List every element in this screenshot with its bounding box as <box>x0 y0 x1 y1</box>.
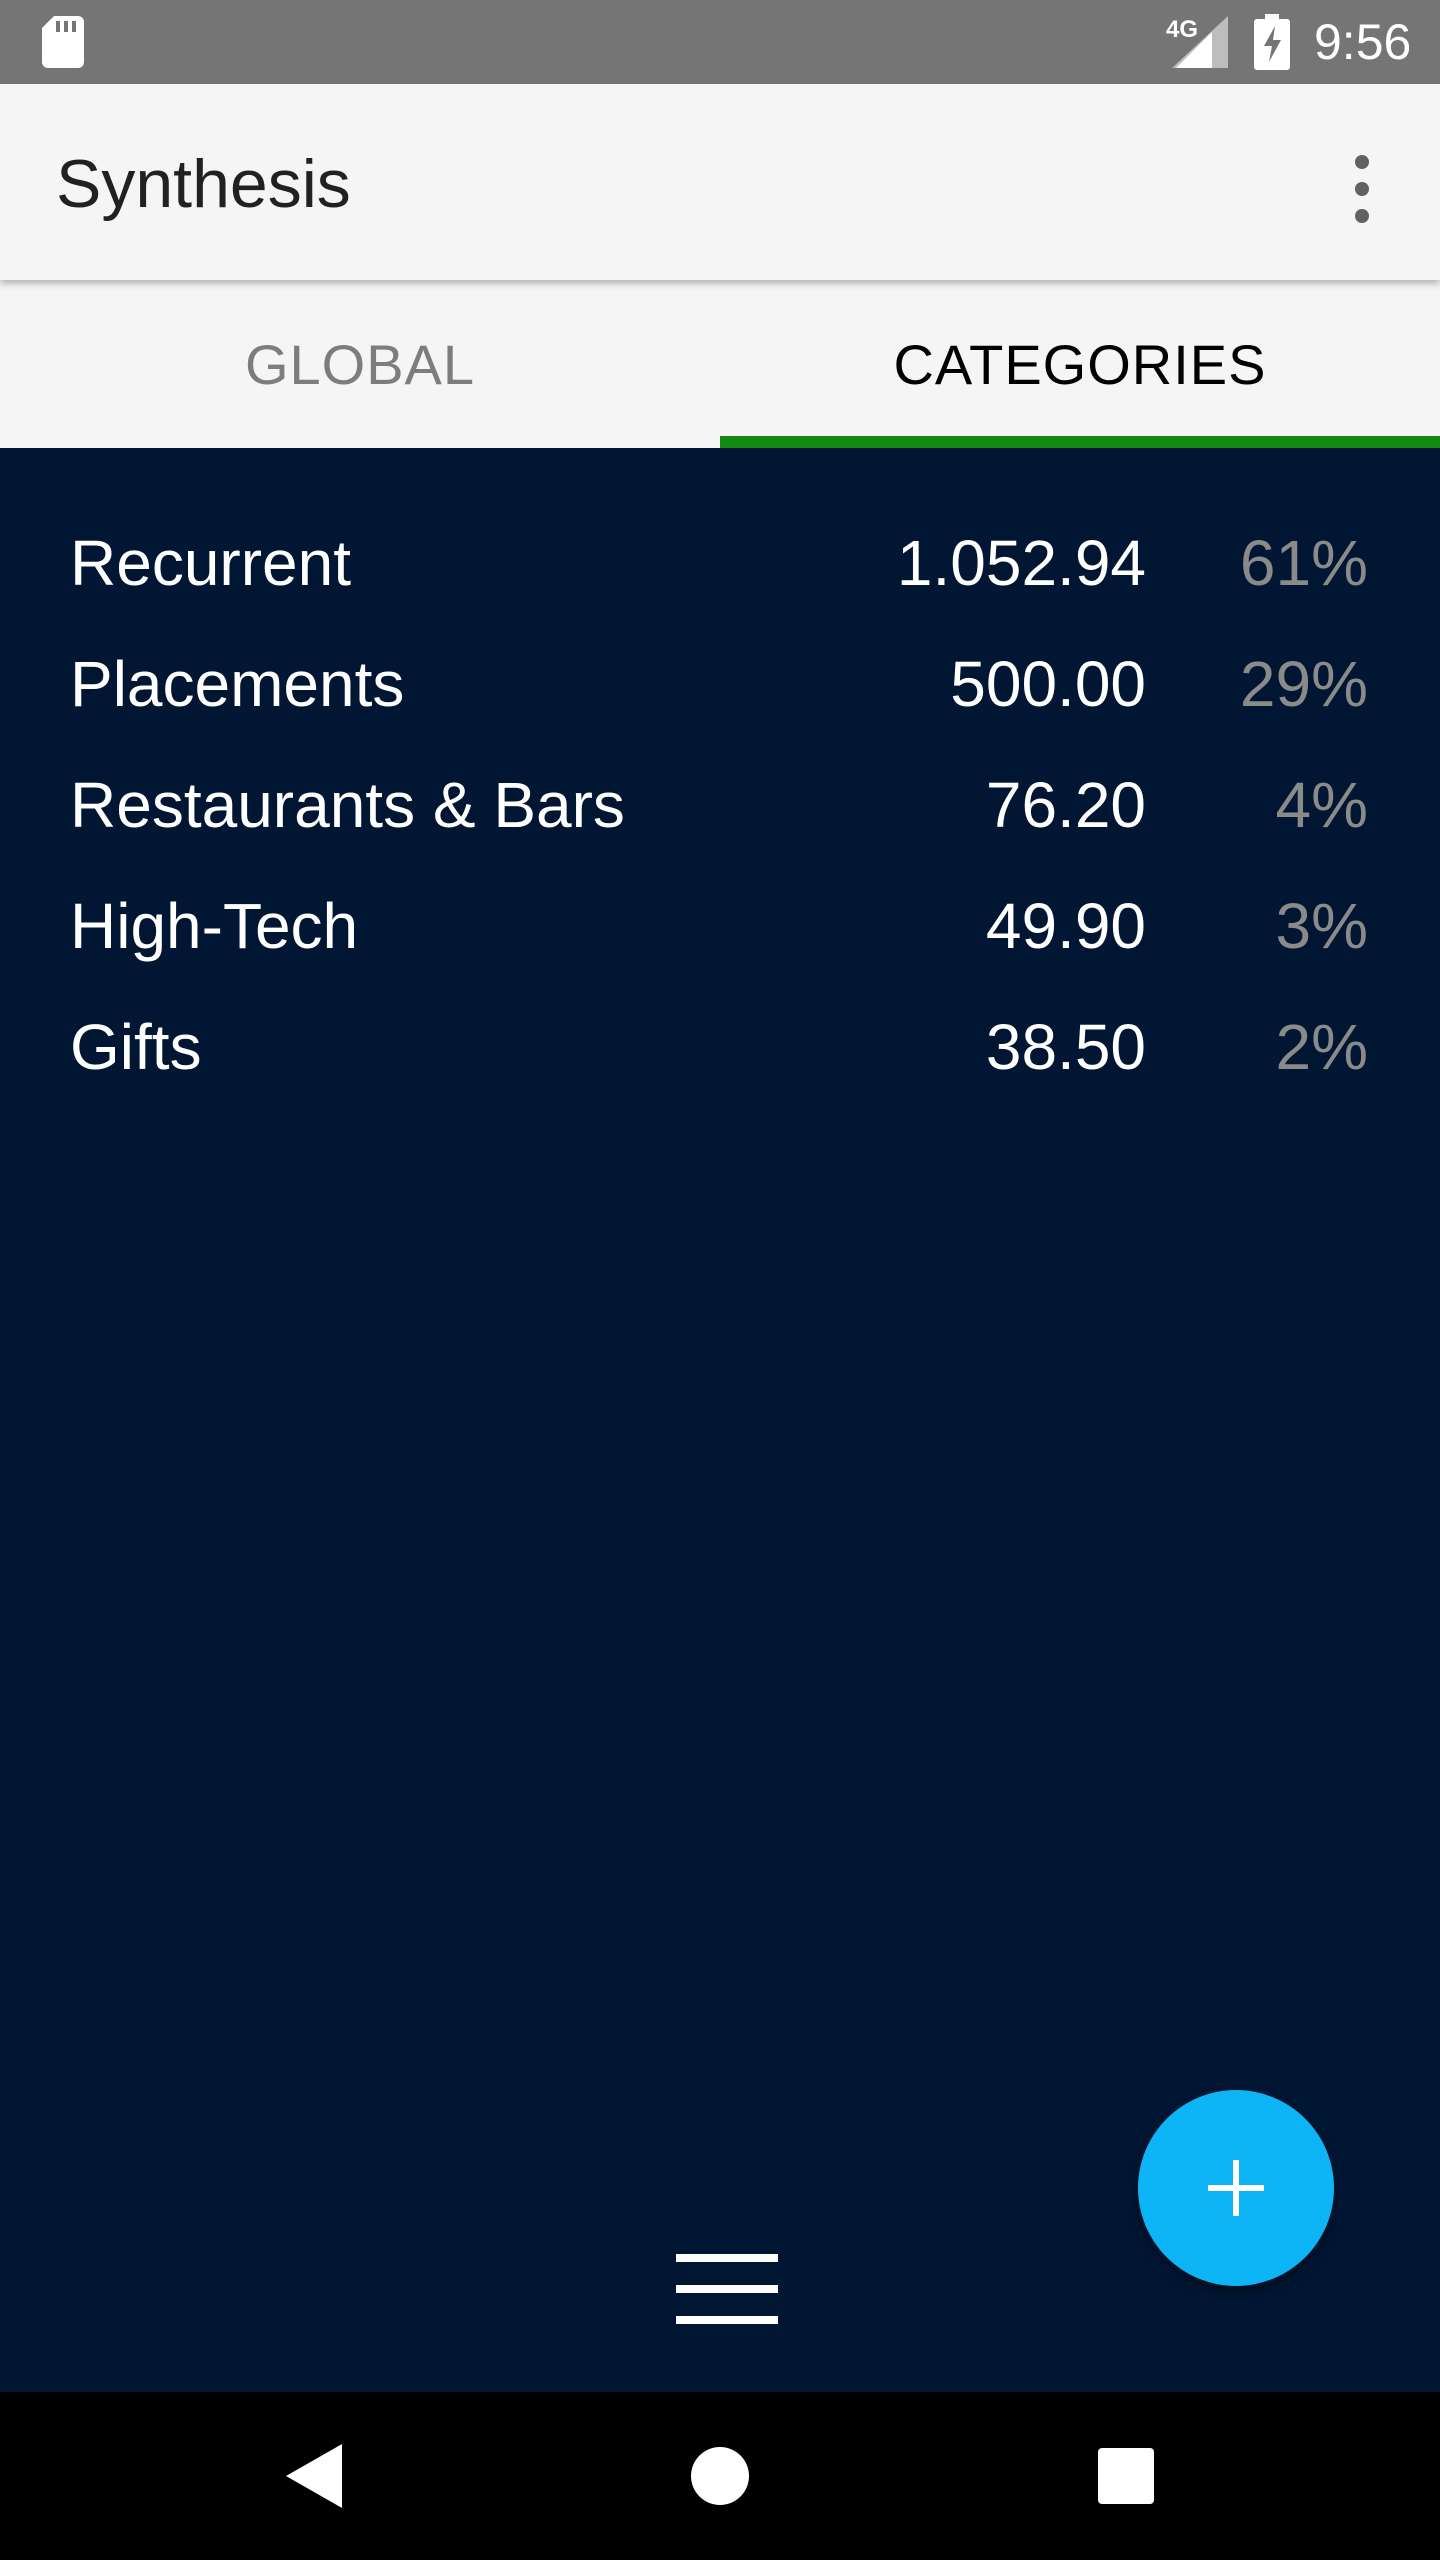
app-bar: Synthesis <box>0 84 1440 280</box>
category-name: Recurrent <box>70 527 351 599</box>
page-title: Synthesis <box>56 146 351 222</box>
category-percent: 2% <box>1275 1011 1369 1083</box>
overflow-menu-icon[interactable] <box>1340 144 1384 234</box>
sd-card-icon <box>42 16 84 68</box>
category-amount: 76.20 <box>985 769 1146 841</box>
category-percent: 61% <box>1239 527 1368 599</box>
tab-global[interactable]: GLOBAL <box>0 280 720 448</box>
status-bar: 4G 9:56 <box>0 0 1440 84</box>
signal-icon <box>1172 16 1228 68</box>
category-amount: 49.90 <box>985 890 1146 962</box>
battery-charging-icon <box>1254 14 1290 70</box>
category-name: High-Tech <box>70 890 359 962</box>
category-row-placements[interactable]: Placements 500.00 29% <box>0 624 1440 744</box>
navigation-bar <box>0 2392 1440 2560</box>
add-button[interactable] <box>1138 2090 1334 2286</box>
category-name: Gifts <box>70 1011 202 1083</box>
home-icon[interactable] <box>690 2446 750 2506</box>
tab-categories[interactable]: CATEGORIES <box>720 280 1440 448</box>
category-amount: 1.052.94 <box>896 527 1146 599</box>
recents-icon[interactable] <box>1098 2448 1154 2504</box>
category-amount: 500.00 <box>950 648 1146 720</box>
screen: 4G 9:56 Synthesis GLOBAL CATEGORIES Recu… <box>0 0 1440 2560</box>
category-row-recurrent[interactable]: Recurrent 1.052.94 61% <box>0 503 1440 623</box>
back-icon[interactable] <box>286 2444 342 2508</box>
tab-selected-indicator <box>720 436 1440 448</box>
category-percent: 29% <box>1239 648 1368 720</box>
plus-icon <box>1208 2160 1264 2216</box>
category-row-gifts[interactable]: Gifts 38.50 2% <box>0 987 1440 1107</box>
category-row-restaurants-bars[interactable]: Restaurants & Bars 76.20 4% <box>0 745 1440 865</box>
category-name: Placements <box>70 648 405 720</box>
category-amount: 38.50 <box>985 1011 1146 1083</box>
category-row-high-tech[interactable]: High-Tech 49.90 3% <box>0 866 1440 986</box>
category-percent: 4% <box>1275 769 1369 841</box>
category-percent: 3% <box>1275 890 1369 962</box>
status-clock: 9:56 <box>1314 14 1412 70</box>
category-name: Restaurants & Bars <box>70 769 625 841</box>
hamburger-menu-icon[interactable] <box>676 2254 778 2324</box>
tab-bar: GLOBAL CATEGORIES <box>0 280 1440 448</box>
